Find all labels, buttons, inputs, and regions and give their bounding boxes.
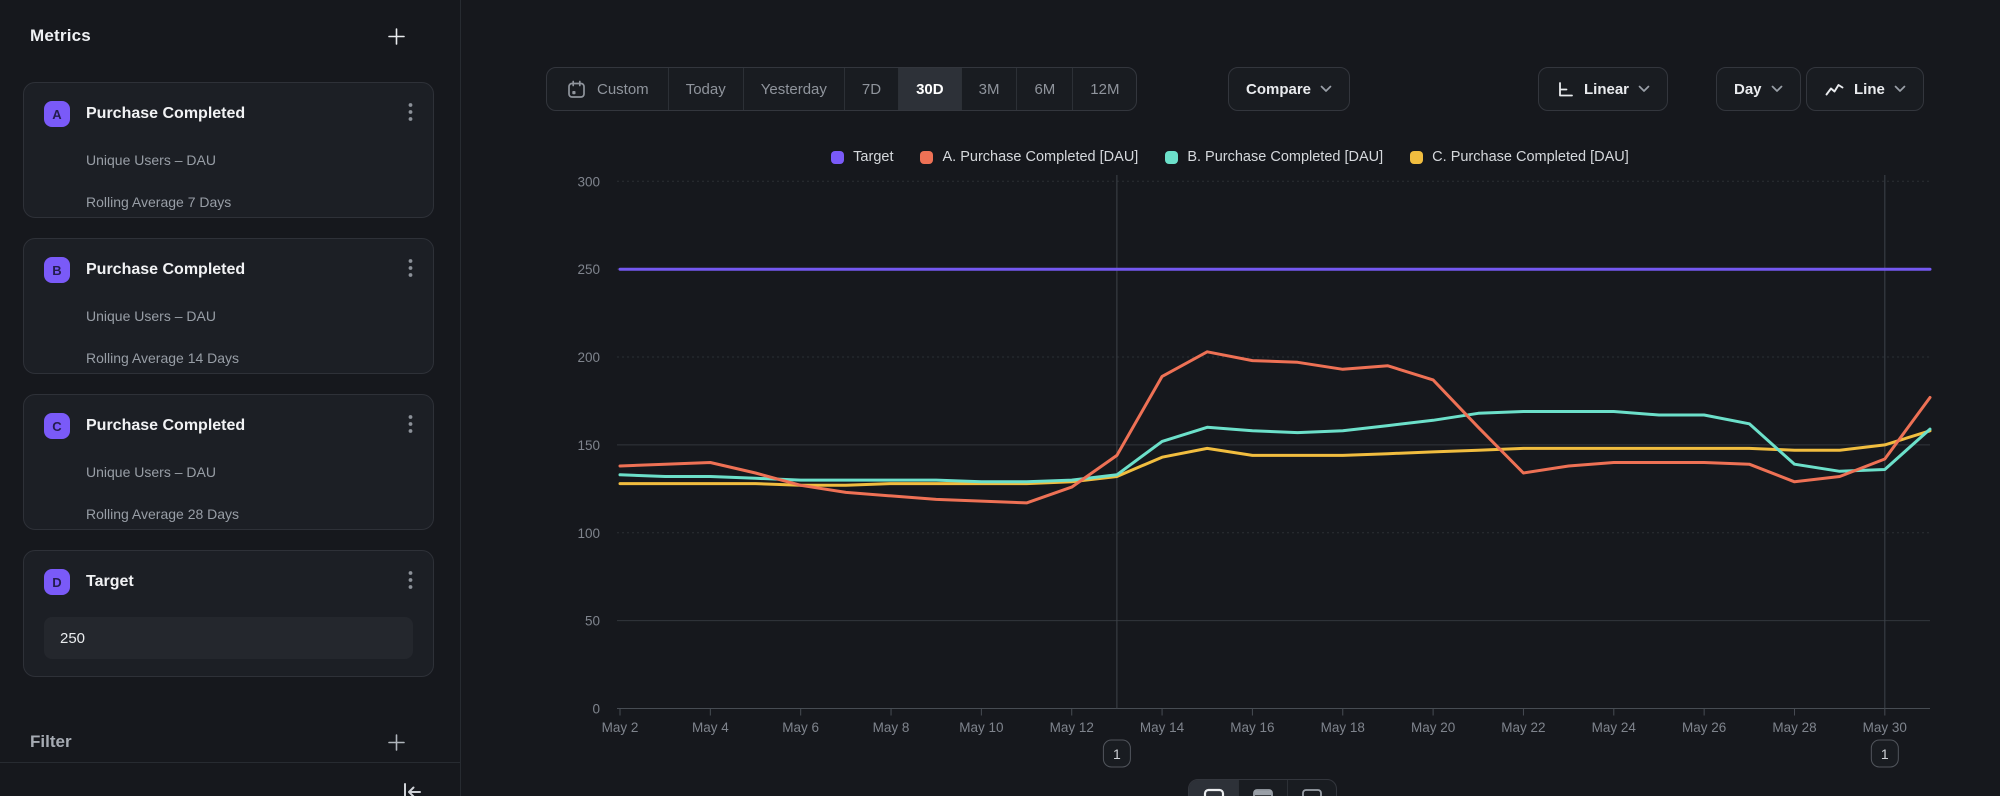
y-axis-label: 200 <box>577 350 600 365</box>
app-root: { "sidebar": { "title": "Metrics", "filt… <box>0 0 2000 796</box>
annotation-badge-label: 1 <box>1113 746 1121 762</box>
metric-rolling-average: Rolling Average 7 Days <box>86 194 413 210</box>
metric-badge: B <box>44 257 70 283</box>
x-axis-label: May 2 <box>602 720 639 735</box>
x-axis-label: May 14 <box>1140 720 1185 735</box>
target-card[interactable]: D Target <box>23 550 434 677</box>
target-value-input[interactable] <box>44 617 413 659</box>
view-switcher <box>1188 779 1337 796</box>
x-axis-label: May 18 <box>1321 720 1365 735</box>
metric-card-c[interactable]: C Purchase Completed Unique Users – DAU … <box>23 394 434 530</box>
view-table-button[interactable] <box>1287 780 1336 796</box>
metric-rolling-average: Rolling Average 14 Days <box>86 350 413 366</box>
collapse-sidebar-button[interactable] <box>399 779 425 796</box>
x-axis-label: May 8 <box>873 720 910 735</box>
y-axis-label: 250 <box>577 262 600 277</box>
metric-badge: A <box>44 101 70 127</box>
x-axis-label: May 4 <box>692 720 729 735</box>
metric-card-header: B Purchase Completed <box>44 257 413 283</box>
chart-canvas[interactable]: 0 50 100 150 200 250 300 May 2 May 4 May 6 May 8 Ma… <box>460 0 2000 796</box>
x-axis-label: May 20 <box>1411 720 1455 735</box>
x-axis-label: May 28 <box>1772 720 1816 735</box>
metric-title: Purchase Completed <box>86 105 408 123</box>
x-axis-label: May 12 <box>1050 720 1094 735</box>
metrics-sidebar: Metrics A Purchase Completed Unique User… <box>0 0 461 796</box>
sidebar-header: Metrics <box>30 24 406 48</box>
metric-title: Purchase Completed <box>86 261 408 279</box>
metric-event-type: Unique Users – DAU <box>86 464 413 480</box>
y-axis-label: 300 <box>577 174 600 189</box>
chart-table-view-icon <box>1251 787 1275 796</box>
metric-card-header: A Purchase Completed <box>44 101 413 127</box>
series-line-b[interactable] <box>620 412 1930 482</box>
annotation-badge-label: 1 <box>1881 746 1889 762</box>
kebab-menu-icon[interactable] <box>408 258 413 283</box>
x-axis-label: May 6 <box>782 720 819 735</box>
metric-title: Purchase Completed <box>86 417 408 435</box>
view-chart-table-button[interactable] <box>1238 780 1287 796</box>
sidebar-footer-divider <box>0 762 460 763</box>
x-axis-label: May 24 <box>1592 720 1637 735</box>
sidebar-title: Metrics <box>30 26 91 46</box>
kebab-menu-icon[interactable] <box>408 570 413 595</box>
y-axis-label: 0 <box>592 702 600 717</box>
x-axis-label: May 30 <box>1863 720 1907 735</box>
x-axis-label: May 16 <box>1230 720 1274 735</box>
add-metric-button[interactable] <box>387 27 406 46</box>
table-view-icon <box>1300 787 1324 796</box>
y-axis-label: 50 <box>585 614 600 629</box>
kebab-menu-icon[interactable] <box>408 102 413 127</box>
add-filter-button[interactable] <box>387 733 406 752</box>
x-axis-label: May 10 <box>959 720 1003 735</box>
metric-event-type: Unique Users – DAU <box>86 308 413 324</box>
x-axis-label: May 22 <box>1501 720 1545 735</box>
filter-section: Filter <box>30 730 406 754</box>
metric-card-a[interactable]: A Purchase Completed Unique Users – DAU … <box>23 82 434 218</box>
y-axis-label: 150 <box>577 438 600 453</box>
metric-card-b[interactable]: B Purchase Completed Unique Users – DAU … <box>23 238 434 374</box>
metric-badge: C <box>44 413 70 439</box>
x-axis-label: May 26 <box>1682 720 1726 735</box>
metric-card-header: D Target <box>44 569 413 595</box>
series-line-c[interactable] <box>620 431 1930 486</box>
metric-rolling-average: Rolling Average 28 Days <box>86 506 413 522</box>
view-chart-button[interactable] <box>1189 780 1238 796</box>
kebab-menu-icon[interactable] <box>408 414 413 439</box>
metric-badge: D <box>44 569 70 595</box>
y-axis-label: 100 <box>577 526 600 541</box>
metric-title: Target <box>86 573 408 591</box>
filter-title: Filter <box>30 732 72 752</box>
metric-event-type: Unique Users – DAU <box>86 152 413 168</box>
chart-view-icon <box>1202 787 1226 796</box>
metric-card-header: C Purchase Completed <box>44 413 413 439</box>
